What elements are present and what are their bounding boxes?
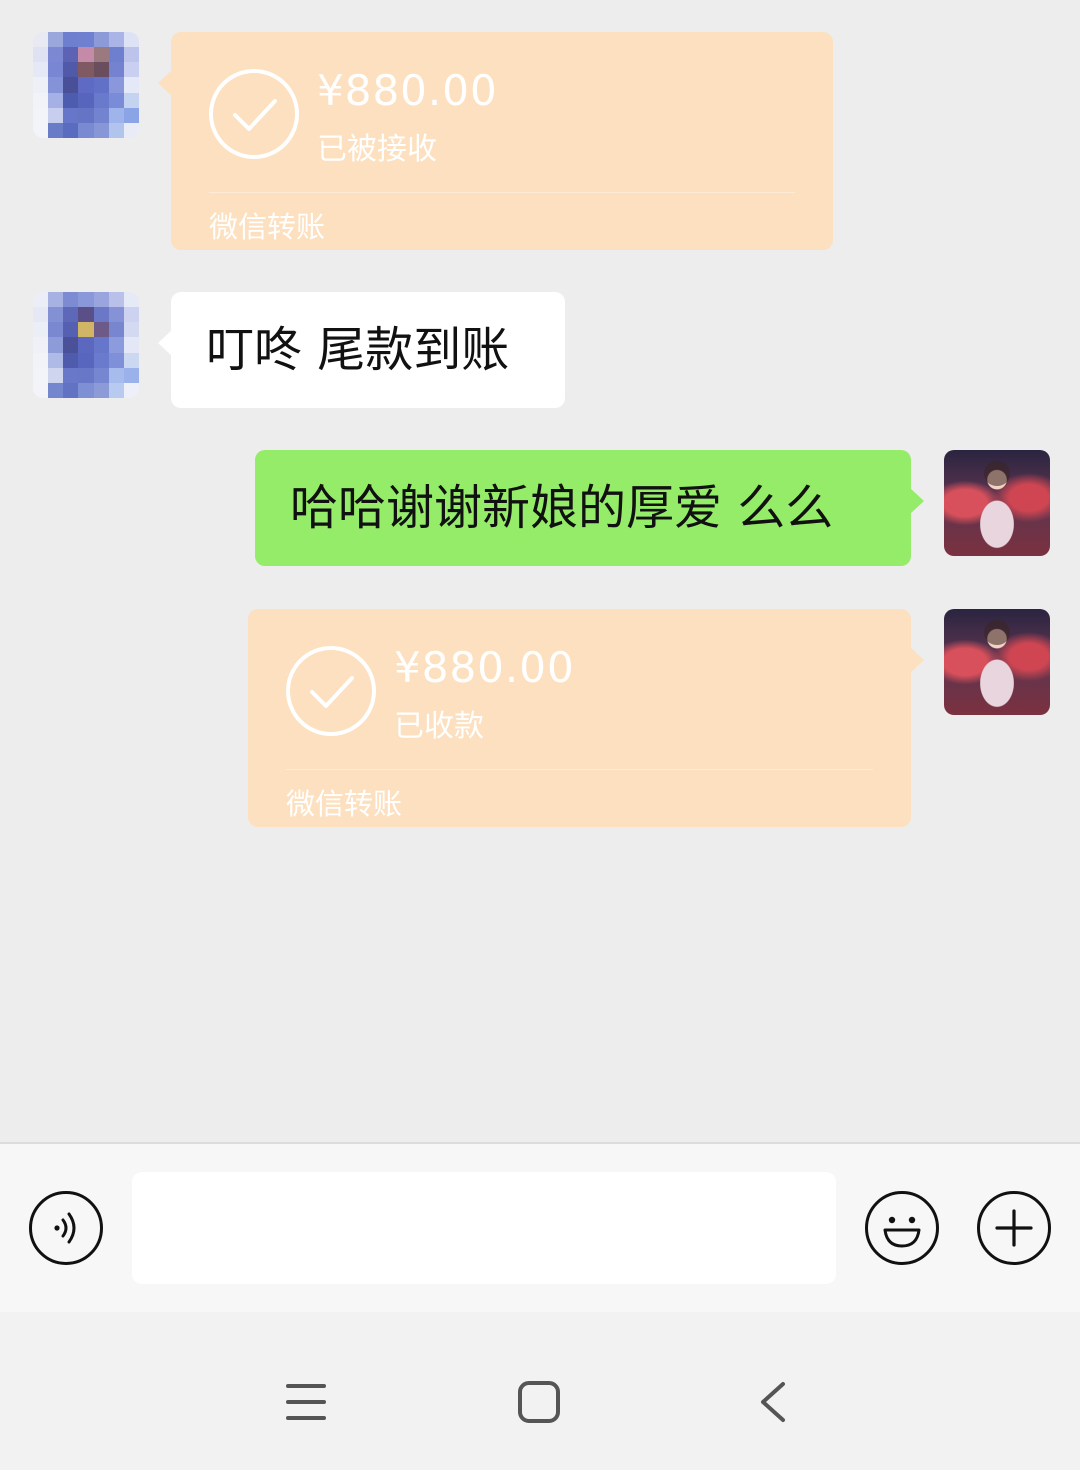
blurred-avatar-image xyxy=(33,292,139,398)
message-bubble-received[interactable]: 叮咚 尾款到账 xyxy=(158,292,565,408)
self-avatar[interactable] xyxy=(944,609,1050,715)
voice-input-icon[interactable] xyxy=(29,1191,103,1265)
divider xyxy=(209,192,795,193)
transfer-brand-label: 微信转账 xyxy=(209,210,326,244)
message-input[interactable] xyxy=(132,1172,836,1284)
message-text: 叮咚 尾款到账 xyxy=(206,322,510,378)
check-circle-icon xyxy=(286,646,376,736)
system-navigation-bar xyxy=(0,1312,1080,1470)
transfer-card-received[interactable]: ¥880.00 已被接收 微信转账 xyxy=(158,32,833,250)
blurred-avatar-image xyxy=(33,32,139,138)
self-avatar[interactable] xyxy=(944,450,1050,556)
message-text: 哈哈谢谢新娘的厚爱 么么 xyxy=(290,480,834,536)
check-circle-icon xyxy=(209,69,299,159)
transfer-amount: ¥880.00 xyxy=(394,643,575,692)
divider xyxy=(286,769,873,770)
transfer-status: 已被接收 xyxy=(317,132,437,167)
transfer-amount: ¥880.00 xyxy=(317,66,498,115)
self-photo-image xyxy=(944,450,1050,556)
more-plus-icon[interactable] xyxy=(977,1191,1051,1265)
back-chevron-icon[interactable] xyxy=(755,1380,791,1428)
self-photo-image xyxy=(944,609,1050,715)
transfer-card-sent[interactable]: ¥880.00 已收款 微信转账 xyxy=(248,609,924,827)
message-bubble-sent[interactable]: 哈哈谢谢新娘的厚爱 么么 xyxy=(255,450,924,566)
transfer-brand-label: 微信转账 xyxy=(286,787,403,821)
menu-icon[interactable] xyxy=(284,1382,328,1426)
home-square-icon[interactable] xyxy=(517,1380,561,1428)
chat-input-bar xyxy=(0,1142,1080,1312)
emoji-icon[interactable] xyxy=(865,1191,939,1265)
transfer-status: 已收款 xyxy=(394,709,484,744)
contact-avatar[interactable] xyxy=(33,292,139,398)
contact-avatar[interactable] xyxy=(33,32,139,138)
